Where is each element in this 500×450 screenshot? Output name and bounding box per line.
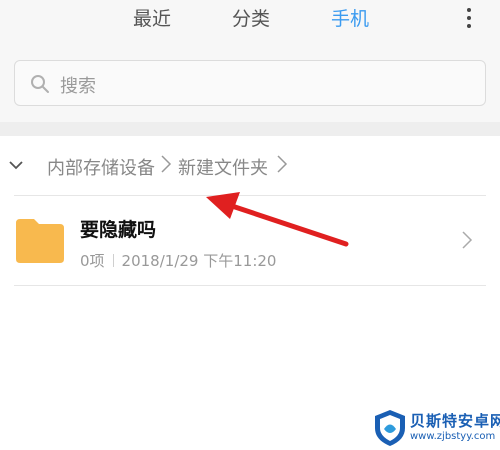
search-area: 搜索 — [0, 46, 500, 122]
chevron-right-icon — [161, 155, 172, 173]
breadcrumb: 内部存储设备 新建文件夹 — [0, 136, 500, 196]
chevron-down-icon[interactable] — [8, 158, 24, 172]
tab-phone[interactable]: 手机 — [331, 4, 369, 31]
search-placeholder: 搜索 — [60, 76, 96, 97]
top-tab-bar: 最近 分类 手机 — [0, 0, 500, 46]
watermark: 贝斯特安卓网 www.zjbstyy.com — [372, 408, 500, 450]
tab-category[interactable]: 分类 — [232, 4, 270, 31]
divider — [14, 285, 486, 286]
modified-date: 2018/1/29 下午11:20 — [121, 252, 277, 270]
watermark-url: www.zjbstyy.com — [410, 431, 496, 442]
chevron-right-icon — [277, 155, 288, 173]
breadcrumb-new-folder[interactable]: 新建文件夹 — [178, 154, 268, 180]
folder-meta: 0项 2018/1/29 下午11:20 — [80, 250, 276, 271]
tab-recent[interactable]: 最近 — [133, 4, 171, 31]
search-icon — [31, 75, 49, 93]
folder-name: 要隐藏吗 — [80, 219, 157, 241]
shield-logo-icon — [375, 410, 405, 446]
list-item[interactable]: 要隐藏吗 0项 2018/1/29 下午11:20 — [0, 196, 500, 286]
item-count: 0项 — [80, 252, 105, 270]
breadcrumb-internal-storage[interactable]: 内部存储设备 — [47, 154, 155, 180]
chevron-right-icon — [462, 231, 473, 249]
more-vertical-icon[interactable] — [463, 8, 475, 28]
search-input[interactable]: 搜索 — [14, 60, 486, 106]
folder-icon — [16, 219, 64, 263]
section-divider — [0, 122, 500, 136]
watermark-title: 贝斯特安卓网 — [410, 412, 500, 430]
divider — [112, 254, 114, 267]
